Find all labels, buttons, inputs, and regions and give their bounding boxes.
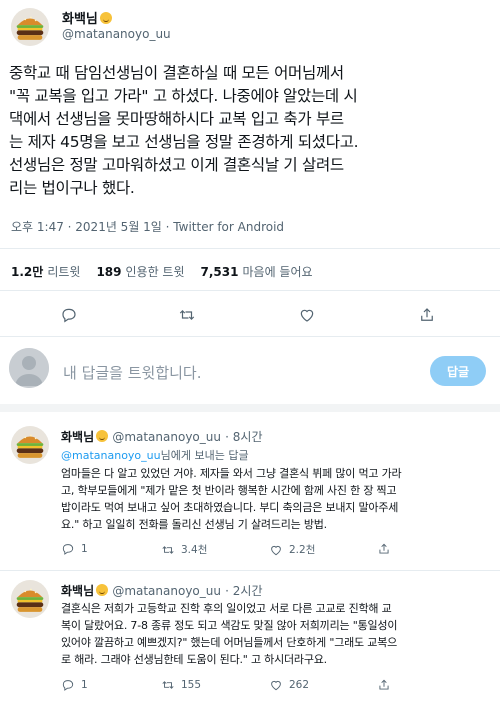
- reply-reply-button[interactable]: 1: [61, 542, 88, 556]
- quotes-stat[interactable]: 189 인용한 트윗: [96, 263, 184, 280]
- reply-action-bar: 1 3.4천 2.2천: [61, 542, 481, 560]
- share-icon: [377, 678, 391, 692]
- reply-icon: [61, 678, 75, 692]
- retweet-icon: [161, 543, 175, 557]
- like-icon: [269, 678, 283, 692]
- retweet-icon: [161, 678, 175, 692]
- reply-action-bar: 1 155 262: [61, 678, 481, 696]
- section-separator: [0, 404, 500, 412]
- user-avatar[interactable]: [9, 348, 49, 388]
- likes-stat[interactable]: 7,531 마음에 들어요: [201, 263, 313, 280]
- divider: [0, 290, 500, 291]
- burger-avatar-icon: [11, 8, 49, 46]
- divider: [0, 570, 500, 571]
- author-name[interactable]: 화백님: [62, 8, 112, 27]
- retweet-icon[interactable]: [178, 306, 196, 324]
- reply-like-button[interactable]: 262: [269, 678, 309, 692]
- retweets-stat[interactable]: 1.2만 리트윗: [11, 263, 80, 280]
- share-icon[interactable]: [418, 306, 436, 324]
- smile-emoji-icon: [99, 12, 112, 24]
- default-user-icon: [9, 348, 49, 388]
- reply-icon: [61, 542, 75, 556]
- reply-share-button[interactable]: [377, 542, 391, 556]
- replying-to-handle[interactable]: @matananoyo_uu: [61, 449, 161, 462]
- tweet-action-bar: [0, 302, 500, 328]
- tweet-timestamp[interactable]: 오후 1:47 · 2021년 5월 1일 · Twitter for Andr…: [11, 218, 284, 235]
- reply-author-avatar[interactable]: [11, 580, 49, 618]
- author-avatar[interactable]: [11, 8, 49, 46]
- tweet-body: 중학교 때 담임선생님이 결혼하실 때 모든 어머님께서 "꼭 교복을 입고 가…: [9, 64, 359, 197]
- burger-avatar-icon: [11, 580, 49, 618]
- reply-share-button[interactable]: [377, 678, 391, 692]
- share-icon: [377, 542, 391, 556]
- reply-body: 엄마들은 다 알고 있었던 거야. 제자들 와서 그냥 결혼식 뷔페 많이 먹고…: [61, 467, 402, 531]
- smile-emoji-icon: [96, 430, 109, 442]
- replying-to: @matananoyo_uu님에게 보내는 답글: [61, 449, 249, 462]
- reply-body: 결혼식은 저희가 고등학교 진학 후의 일이었고 서로 다른 고교로 진학해 교…: [61, 602, 398, 666]
- reply-author-line[interactable]: 화백님 @matananoyo_uu · 2시간: [61, 582, 263, 599]
- divider: [0, 248, 500, 249]
- reply-button[interactable]: 답글: [430, 356, 486, 386]
- reply-time: · 8시간: [225, 430, 263, 444]
- reply-input[interactable]: 내 답글을 트윗합니다.: [63, 362, 202, 383]
- smile-emoji-icon: [96, 584, 109, 596]
- reply-retweet-button[interactable]: 155: [161, 678, 201, 692]
- author-handle[interactable]: @matananoyo_uu: [62, 27, 171, 41]
- author-display-name[interactable]: 화백님: [62, 12, 98, 27]
- reply-retweet-button[interactable]: 3.4천: [161, 542, 207, 557]
- reply-reply-button[interactable]: 1: [61, 678, 88, 692]
- burger-avatar-icon: [11, 426, 49, 464]
- like-icon: [269, 543, 283, 557]
- tweet-stats: 1.2만 리트윗 189 인용한 트윗 7,531 마음에 들어요: [11, 263, 313, 280]
- reply-author-avatar[interactable]: [11, 426, 49, 464]
- reply-icon[interactable]: [60, 306, 78, 324]
- reply-like-button[interactable]: 2.2천: [269, 542, 315, 557]
- like-icon[interactable]: [298, 306, 316, 324]
- divider: [0, 336, 500, 337]
- reply-author-line[interactable]: 화백님 @matananoyo_uu · 8시간: [61, 428, 263, 445]
- reply-time: · 2시간: [225, 584, 263, 598]
